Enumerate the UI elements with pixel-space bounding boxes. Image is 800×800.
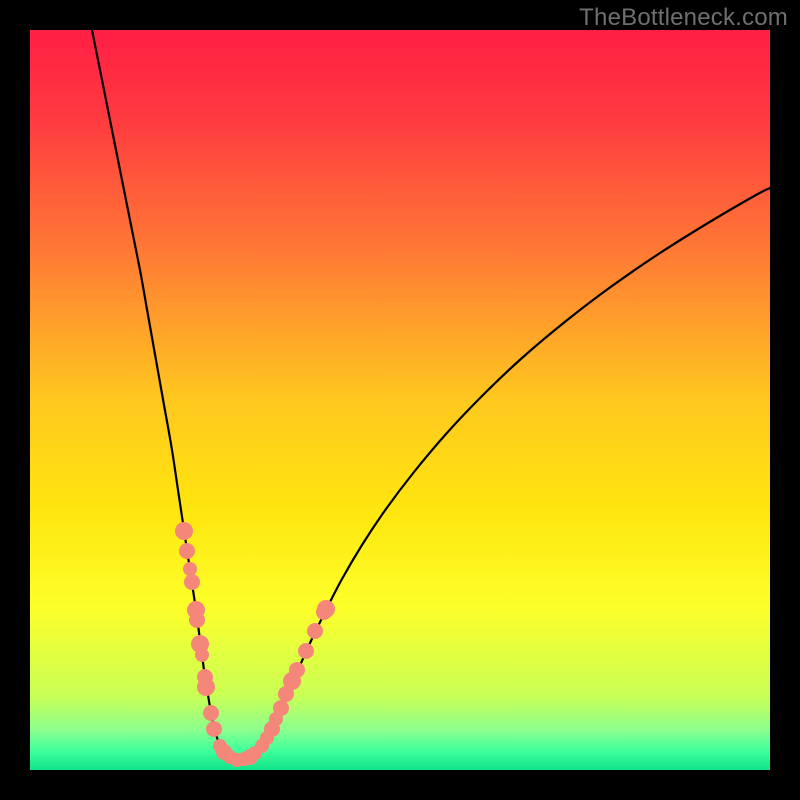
data-point	[197, 678, 215, 696]
bottleneck-curve-layer	[30, 30, 770, 770]
data-point	[273, 700, 289, 716]
plot-area	[30, 30, 770, 770]
data-points-group	[175, 522, 335, 767]
data-point	[183, 562, 197, 576]
chart-frame: TheBottleneck.com	[0, 0, 800, 800]
data-point	[189, 612, 205, 628]
watermark-text: TheBottleneck.com	[579, 4, 788, 32]
curve-left-branch	[92, 30, 240, 760]
data-point	[203, 705, 219, 721]
data-point	[175, 522, 193, 540]
curve-right-branch	[240, 188, 770, 760]
data-point	[298, 643, 314, 659]
data-point	[289, 662, 305, 678]
data-point	[179, 543, 195, 559]
data-point	[184, 574, 200, 590]
data-point	[206, 721, 222, 737]
data-point	[195, 648, 209, 662]
data-point	[307, 623, 323, 639]
data-point	[317, 600, 335, 618]
